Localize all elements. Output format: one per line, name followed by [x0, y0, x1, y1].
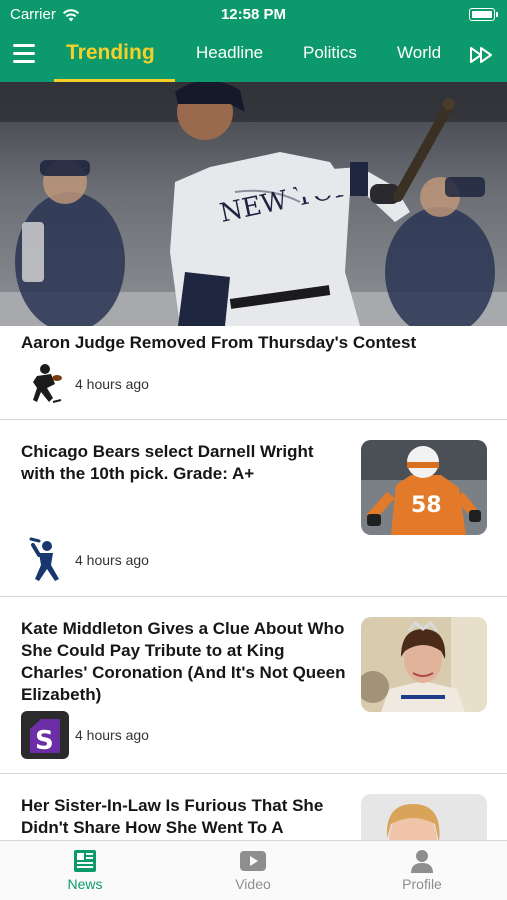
- s-logo-icon: S: [21, 711, 69, 759]
- newspaper-icon: [74, 850, 96, 872]
- battery-icon: [469, 8, 498, 21]
- tab-headline[interactable]: Headline: [196, 30, 263, 82]
- article-card[interactable]: Her Sister-In-Law Is Furious That She Di…: [0, 774, 507, 840]
- article-thumbnail[interactable]: [361, 794, 487, 840]
- svg-text:S: S: [35, 726, 54, 756]
- article-headline[interactable]: Chicago Bears select Darnell Wright with…: [21, 441, 351, 485]
- person-icon: [411, 850, 433, 873]
- tab-news[interactable]: News: [35, 845, 135, 892]
- article-card[interactable]: Chicago Bears select Darnell Wright with…: [0, 420, 507, 597]
- football-player-icon: [21, 360, 69, 408]
- article-time: 4 hours ago: [75, 552, 149, 568]
- tab-profile[interactable]: Profile: [372, 845, 472, 892]
- tab-video-label: Video: [235, 876, 271, 892]
- article-card[interactable]: Kate Middleton Gives a Clue About Who Sh…: [0, 597, 507, 774]
- category-nav-bar: Trending Headline Politics World: [0, 30, 507, 82]
- article-thumbnail[interactable]: 58: [361, 440, 487, 535]
- article-card[interactable]: Aaron Judge Removed From Thursday's Cont…: [0, 326, 507, 420]
- hero-image[interactable]: NEW YORK: [0, 82, 507, 326]
- tab-video[interactable]: Video: [203, 845, 303, 892]
- hamburger-menu-icon[interactable]: [13, 44, 35, 64]
- article-time: 4 hours ago: [75, 376, 149, 392]
- bottom-tab-bar: News Video Profile: [0, 840, 507, 900]
- tab-world[interactable]: World: [397, 30, 441, 82]
- tab-profile-label: Profile: [402, 876, 442, 892]
- article-meta: 4 hours ago: [21, 360, 149, 408]
- article-headline[interactable]: Her Sister-In-Law Is Furious That She Di…: [21, 795, 351, 839]
- article-headline[interactable]: Aaron Judge Removed From Thursday's Cont…: [21, 332, 481, 354]
- status-bar: Carrier 12:58 PM: [0, 0, 507, 30]
- article-thumbnail[interactable]: [361, 617, 487, 712]
- clock: 12:58 PM: [220, 6, 287, 23]
- article-meta: S 4 hours ago: [21, 711, 149, 759]
- play-video-icon: [240, 851, 266, 871]
- tab-politics[interactable]: Politics: [303, 30, 357, 82]
- tab-news-label: News: [67, 876, 103, 892]
- article-headline[interactable]: Kate Middleton Gives a Clue About Who Sh…: [21, 618, 351, 706]
- svg-text:58: 58: [411, 493, 442, 518]
- fast-forward-icon[interactable]: [469, 45, 495, 65]
- article-meta: 4 hours ago: [21, 536, 149, 584]
- tab-trending[interactable]: Trending: [54, 30, 175, 82]
- baseball-player-icon: [21, 536, 69, 584]
- article-time: 4 hours ago: [75, 727, 149, 743]
